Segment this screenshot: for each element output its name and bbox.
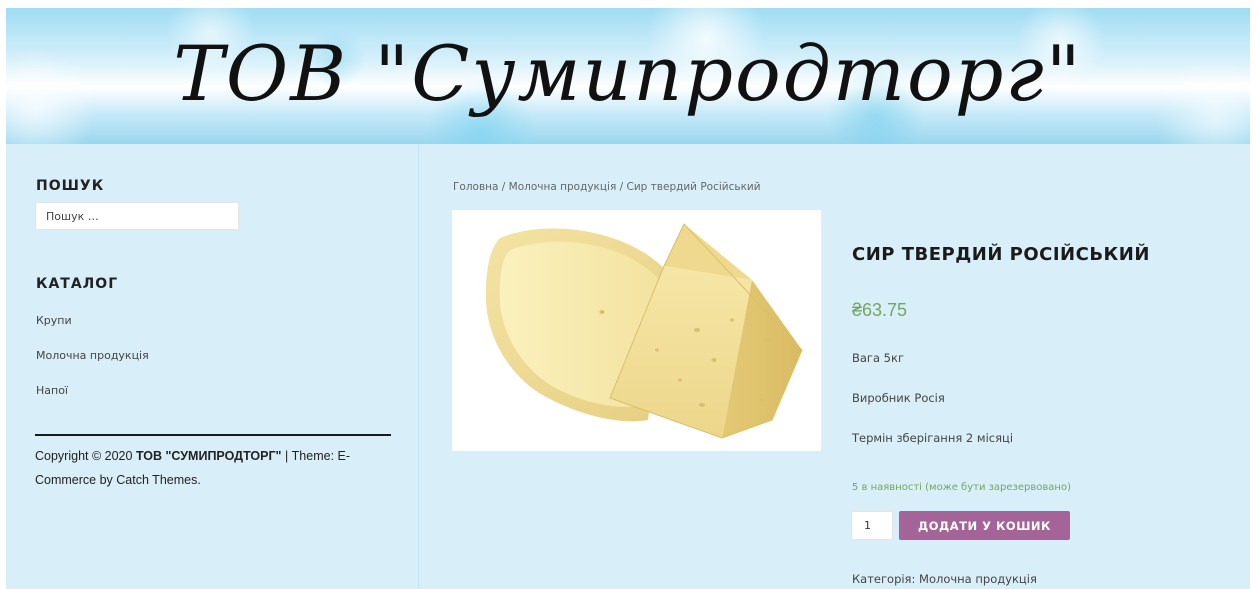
header-banner[interactable]: ТОВ "Сумипродторг" [6,8,1250,144]
product-price: ₴63.75 [852,300,908,320]
author-link[interactable]: Catch Themes [116,473,197,487]
breadcrumb: Головна / Молочна продукція / Сир тверди… [453,181,761,193]
sidebar: ПОШУК КАТАЛОГ Крупи Молочна продукція На… [6,144,419,589]
quantity-input[interactable] [851,511,893,540]
copyright-middle: | Theme: [281,449,338,463]
breadcrumb-separator: / [498,181,509,193]
category-link[interactable]: Молочна продукція [919,572,1037,586]
product-image[interactable] [452,210,821,451]
product-category: Категорія: Молочна продукція [852,572,1037,586]
product-weight: Вага 5кг [852,351,904,365]
copyright-text: Copyright © 2020 ТОВ "СУМИПРОДТОРГ" | Th… [35,444,385,492]
copyright-site-link[interactable]: ТОВ "СУМИПРОДТОРГ" [136,449,282,463]
product-manufacturer: Виробник Росія [852,391,945,405]
category-label: Категорія: [852,572,920,586]
product-title: СИР ТВЕРДИЙ РОСІЙСЬКИЙ [852,244,1150,265]
site-title[interactable]: ТОВ "Сумипродторг" [6,26,1250,122]
add-to-cart-button[interactable]: ДОДАТИ У КОШИК [899,511,1070,540]
search-widget-title: ПОШУК [36,178,105,194]
breadcrumb-home[interactable]: Головна [453,181,498,193]
copyright-prefix: Copyright © 2020 [35,449,136,463]
product-shelf-life: Термін зберігання 2 місяці [852,431,1014,445]
copyright-by: by [96,473,117,487]
stock-status: 5 в наявності (може бути зарезервовано) [852,482,1071,493]
sidebar-divider [35,434,391,436]
breadcrumb-separator: / [616,181,627,193]
catalog-item-krupy[interactable]: Крупи [36,314,72,327]
breadcrumb-category[interactable]: Молочна продукція [509,181,617,193]
cheese-image [485,223,803,439]
catalog-item-drinks[interactable]: Напої [36,384,68,397]
catalog-widget-title: КАТАЛОГ [36,276,119,292]
page: ТОВ "Сумипродторг" ПОШУК КАТАЛОГ Крупи М… [6,8,1250,589]
catalog-item-dairy[interactable]: Молочна продукція [36,349,149,362]
copyright-end: . [197,473,201,487]
search-input[interactable] [35,202,239,230]
breadcrumb-current: Сир твердий Російський [626,181,761,193]
